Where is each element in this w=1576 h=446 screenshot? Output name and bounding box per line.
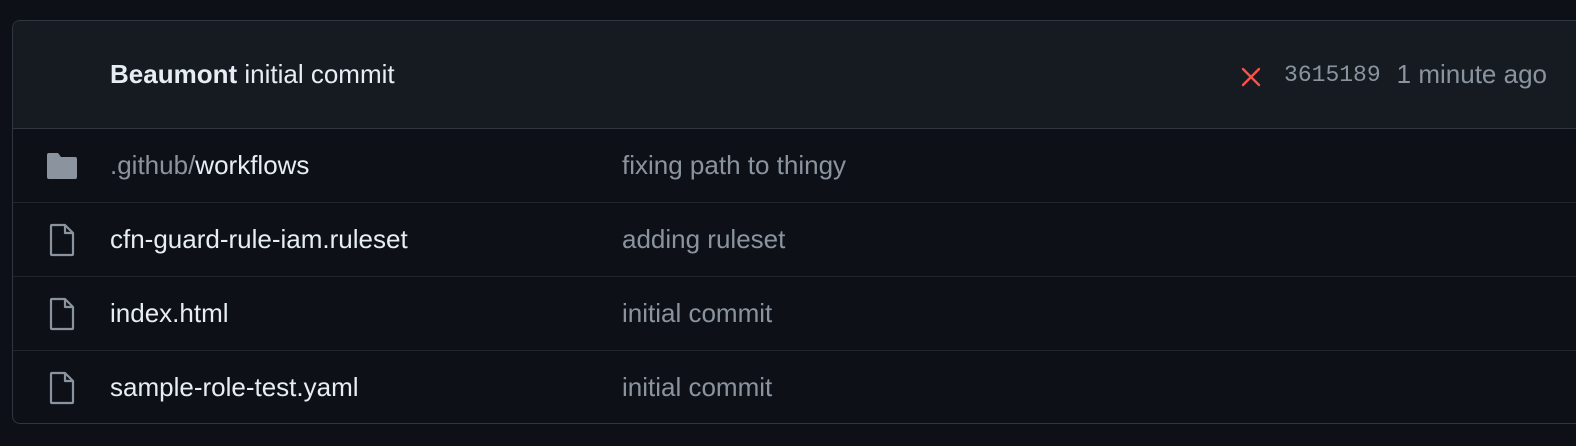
file-browser: Beaumont initial commit 3615189 1 minute… <box>12 20 1576 424</box>
file-icon <box>45 371 79 404</box>
file-icon <box>45 223 79 256</box>
file-name-link[interactable]: .github/workflows <box>110 150 309 181</box>
file-name-link[interactable]: cfn-guard-rule-iam.ruleset <box>110 224 408 255</box>
commit-meta: 3615189 1 minute ago <box>1240 59 1547 90</box>
commit-time[interactable]: 1 minute ago <box>1397 59 1547 90</box>
file-name-link[interactable]: sample-role-test.yaml <box>110 372 359 403</box>
commit-message[interactable]: initial commit <box>244 59 394 89</box>
file-row[interactable]: sample-role-test.yaml initial commit <box>13 351 1576 423</box>
latest-commit-bar: Beaumont initial commit 3615189 1 minute… <box>13 21 1576 129</box>
file-name-link[interactable]: index.html <box>110 298 229 329</box>
file-icon <box>45 297 79 330</box>
commit-sha[interactable]: 3615189 <box>1284 62 1381 88</box>
file-commit-message[interactable]: initial commit <box>622 298 772 329</box>
latest-commit-summary: Beaumont initial commit <box>110 59 395 90</box>
commit-author[interactable]: Beaumont <box>110 59 237 89</box>
status-failed-icon[interactable] <box>1240 64 1262 86</box>
file-commit-message[interactable]: fixing path to thingy <box>622 150 846 181</box>
file-row[interactable]: .github/workflows fixing path to thingy <box>13 129 1576 203</box>
folder-icon <box>45 150 79 182</box>
file-commit-message[interactable]: initial commit <box>622 372 772 403</box>
file-commit-message[interactable]: adding ruleset <box>622 224 785 255</box>
file-row[interactable]: index.html initial commit <box>13 277 1576 351</box>
file-row[interactable]: cfn-guard-rule-iam.ruleset adding rulese… <box>13 203 1576 277</box>
